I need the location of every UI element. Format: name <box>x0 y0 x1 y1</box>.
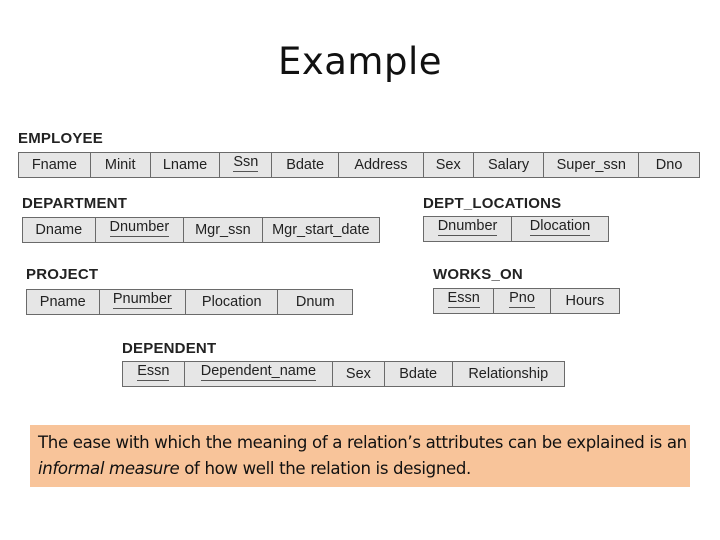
attribute-cell: Pno <box>493 289 549 313</box>
note-text-before: The ease with which the meaning of a rel… <box>38 433 687 452</box>
attribute-label: Dnum <box>295 293 335 310</box>
relation-works-on: Essn Pno Hours <box>433 288 620 314</box>
attribute-label: Hours <box>565 292 605 309</box>
attribute-cell: Mgr_start_date <box>261 218 379 242</box>
attribute-cell: Super_ssn <box>543 153 638 177</box>
key-attribute-label: Ssn <box>233 154 259 172</box>
key-attribute-label: Dlocation <box>529 218 591 236</box>
key-attribute-label: Dependent_name <box>200 363 317 381</box>
attribute-cell: Dlocation <box>511 217 608 241</box>
attribute-cell: Pname <box>27 290 99 314</box>
attribute-cell: Relationship <box>451 362 564 386</box>
attribute-cell: Essn <box>434 289 493 313</box>
attribute-cell: Fname <box>19 153 90 177</box>
relation-name-employee: EMPLOYEE <box>18 130 103 147</box>
attribute-label: Super_ssn <box>556 156 626 173</box>
attribute-cell: Bdate <box>383 362 452 386</box>
relation-employee: Fname Minit Lname Ssn Bdate Address Sex Salary S… <box>18 152 700 178</box>
attribute-cell: Pnumber <box>98 290 185 314</box>
attribute-label: Bdate <box>286 156 325 173</box>
relation-dependent: Essn Dependent_name Sex Bdate Relationship <box>122 361 565 387</box>
relation-name-works-on: WORKS_ON <box>433 266 523 283</box>
relation-department: Dname Dnumber Mgr_ssn Mgr_start_date <box>22 217 380 243</box>
attribute-label: Minit <box>104 156 136 173</box>
attribute-label: Fname <box>31 156 77 173</box>
attribute-cell: Dno <box>638 153 699 177</box>
key-attribute-label: Essn <box>447 290 480 308</box>
relation-name-department: DEPARTMENT <box>22 195 128 212</box>
key-attribute-label: Dnumber <box>109 219 170 237</box>
attribute-label: Lname <box>162 156 208 173</box>
key-attribute-label: Essn <box>137 363 170 381</box>
attribute-cell: Salary <box>472 153 544 177</box>
attribute-label: Sex <box>345 365 371 382</box>
attribute-cell: Dnum <box>277 290 352 314</box>
relation-name-dependent: DEPENDENT <box>122 340 217 357</box>
attribute-label: Bdate <box>399 365 438 382</box>
attribute-cell: Dnumber <box>94 218 184 242</box>
note-emphasis: informal measure <box>38 459 180 478</box>
attribute-label: Mgr_ssn <box>195 221 251 238</box>
relation-name-dept-locations: DEPT_LOCATIONS <box>423 195 562 212</box>
slide-title: Example <box>277 40 443 83</box>
attribute-cell: Dependent_name <box>183 362 332 386</box>
attribute-cell: Ssn <box>219 153 271 177</box>
attribute-label: Address <box>354 156 408 173</box>
attribute-cell: Sex <box>422 153 473 177</box>
attribute-cell: Essn <box>123 362 184 386</box>
attribute-cell: Bdate <box>271 153 338 177</box>
attribute-label: Dno <box>655 156 683 173</box>
note-text-after: of how well the relation is designed. <box>179 459 471 478</box>
attribute-cell: Dname <box>23 218 95 242</box>
key-attribute-label: Pno <box>509 290 535 308</box>
attribute-label: Salary <box>488 156 530 173</box>
attribute-cell: Dnumber <box>424 217 511 241</box>
relation-project: Pname Pnumber Plocation Dnum <box>26 289 353 315</box>
attribute-label: Pname <box>39 293 86 310</box>
attribute-cell: Hours <box>549 289 619 313</box>
key-attribute-label: Pnumber <box>112 291 172 309</box>
attribute-cell: Plocation <box>185 290 277 314</box>
attribute-cell: Address <box>338 153 423 177</box>
attribute-label: Dname <box>35 221 83 238</box>
attribute-cell: Mgr_ssn <box>183 218 262 242</box>
note-box: The ease with which the meaning of a rel… <box>30 425 690 487</box>
attribute-label: Relationship <box>468 365 549 382</box>
attribute-label: Sex <box>435 156 461 173</box>
attribute-cell: Sex <box>332 362 384 386</box>
attribute-label: Mgr_start_date <box>272 221 370 238</box>
relation-dept-locations: Dnumber Dlocation <box>423 216 609 242</box>
relation-name-project: PROJECT <box>26 266 99 283</box>
attribute-cell: Minit <box>89 153 150 177</box>
attribute-cell: Lname <box>149 153 220 177</box>
key-attribute-label: Dnumber <box>437 218 498 236</box>
attribute-label: Plocation <box>201 293 262 310</box>
